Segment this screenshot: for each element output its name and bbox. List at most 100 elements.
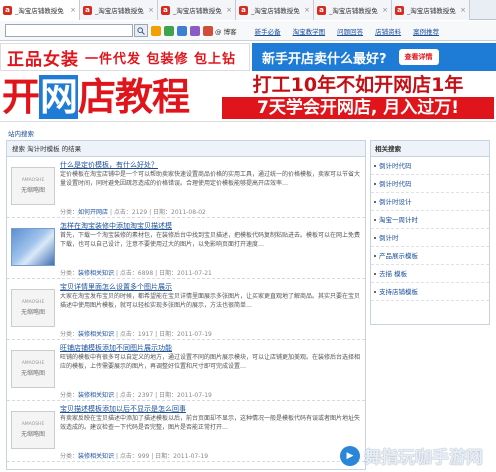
result-meta: 分类：装修相关知识 | 点击：1917 | 日期：2011-07-19 [60,331,212,338]
thumbnail-placeholder-text: 无缩略图 [20,370,45,377]
result-list: AMAOSHE 无缩略图 什么是定价模板，有什么好处？ 定价模板在淘宝店铺中是一个可以… [7,157,365,462]
result-title-link[interactable]: 怎样在淘宝装修中添加淘宝贝描述模 [60,221,172,231]
result-views: 点击：999 [119,453,150,460]
result-views: 点击：2129 [113,209,148,216]
result-meta: 分类：如何开网店 | 点击：2129 | 日期：2011-08-02 [60,209,206,216]
banner-right-text: 新手开店卖什么最好? [262,51,387,67]
result-meta: 分类：装修相关知识 | 点击：2397 | 日期：2011-07-19 [60,392,212,399]
close-icon[interactable]: × [223,6,235,14]
result-date: 日期：2011-07-21 [159,270,212,277]
banner-tutorial-title: 开网店教程 [2,74,190,120]
result-views: 点击：2397 [119,392,154,399]
close-icon[interactable]: × [379,6,391,14]
toolbar-link-1[interactable]: 淘宝教学图 [293,26,326,36]
browser-tab[interactable]: a _淘宝店铺教授免 × [80,0,158,20]
related-search-link[interactable]: 倒计时设计 [371,193,489,211]
thumbnail-placeholder-text: 无缩略图 [20,309,45,316]
close-icon[interactable]: × [457,6,469,14]
result-category-link[interactable]: 装修相关知识 [78,453,114,460]
related-search-link[interactable]: 倒计时代码 [371,157,489,175]
result-views: 点击：1917 [119,331,154,338]
result-thumbnail[interactable]: AMAOSHE 无缩略图 [11,411,55,449]
thumbnail-placeholder-text: 无缩略图 [20,431,45,438]
browser-tab[interactable]: a _淘宝店铺教授免 × [0,0,80,20]
banner-title-part-a: 开 [2,75,40,119]
result-title-link[interactable]: 旺铺店铺模板添加不同图片展示功能 [60,343,172,353]
banner-title-part-c: 店教程 [78,75,190,119]
result-title-link[interactable]: 什么是定价模板，有什么好处？ [60,160,158,170]
tab-title: _淘宝店铺教授免 [329,7,378,15]
banner-title-part-b: 网 [39,75,78,119]
banner-ad-women-clothing[interactable]: 正品女装 一件代发 包装修 包上钻 [0,43,250,71]
result-category-link[interactable]: 装修相关知识 [78,392,114,399]
result-thumbnail[interactable]: AMAOSHE 无缩略图 [11,350,55,388]
toolbar: @ 博客 新手必备 淘宝教学图 问题回答 店铺资料 案例推荐 [0,21,496,41]
browser-tab[interactable]: a _淘宝店铺教授免 × [314,0,392,20]
banner-ad-new-shop[interactable]: 新手开店卖什么最好? 查看详情 [252,43,496,71]
site-favicon-icon: a [317,5,326,15]
result-category-link[interactable]: 装修相关知识 [78,331,114,338]
game-icon[interactable] [203,25,213,36]
browser-tab[interactable]: a _淘宝店铺教授免 × [158,0,236,20]
blog-link[interactable]: @ 博客 [215,26,237,36]
sidebar-title: 相关搜索 [371,141,489,157]
toolbar-link-0[interactable]: 新手必备 [255,26,281,36]
related-search-link[interactable]: 去描 模板 [371,265,489,283]
site-watermark: ▶ 舞指玩咖手游网 [340,443,483,468]
search-button[interactable] [134,24,148,37]
related-search-sidebar: 相关搜索 倒计时代码 倒计时代码 倒计时设计 淘宝一周计时 倒计时 产品展示模板 去描 模板… [370,140,490,325]
close-icon[interactable]: × [145,6,157,14]
related-search-link[interactable]: 淘宝一周计时 [371,211,489,229]
search-results-panel: 搜索 淘计时模板 的结果 AMAOSHE 无缩略图 什么是定价模板，有什么好处？ 定价… [6,140,366,470]
weather-icon[interactable] [190,25,200,36]
result-category-link[interactable]: 装修相关知识 [78,270,114,277]
result-views: 点击：6898 [119,270,154,277]
result-snippet: 有卖家反映在宝贝描述中添加了描述模板以后，前台页面却不显示，这种情况一般是模板代… [60,415,360,431]
search-result-item: AMAOSHE 无缩略图 宝贝详情里面怎么设置多个图片展示 大家在淘宝发布宝贝的时候，… [7,279,365,340]
toolbar-link-3[interactable]: 店铺资料 [375,26,401,36]
search-input[interactable] [5,24,133,37]
result-snippet: 定价模板在淘宝店铺中是一个可以帮助卖家快速设置商品价格的实用工具，通过统一的价格… [60,171,360,187]
related-search-link[interactable]: 产品展示模板 [371,247,489,265]
banner-shop-tutorial[interactable]: 开网店教程 打工10年不如开网店1年 7天学会开网店, 月入过万! [0,72,496,122]
result-snippet: 旺铺的模板中有很多可以自定义的地方，通过设置不同的图片展示模块，可以让店铺更加美… [60,354,360,370]
browser-tab[interactable]: a _淘宝店铺教授免 × [236,0,314,20]
toolbar-link-4[interactable]: 案例推荐 [413,26,439,36]
banner-slogan-line2: 7天学会开网店, 月入过万! [222,97,494,119]
view-details-button[interactable]: 查看详情 [398,49,439,65]
result-meta: 分类：装修相关知识 | 点击：999 | 日期：2011-07-19 [60,453,209,460]
banner-slogan-line1: 打工10年不如开网店1年 [252,74,464,96]
close-icon[interactable]: × [301,6,313,14]
search-result-item: 怎样在淘宝装修中添加淘宝贝描述模 首先，下载一个淘宝装修的素材包，在装修后台中找到… [7,218,365,279]
results-header: 搜索 淘计时模板 的结果 [7,141,365,157]
result-meta: 分类：装修相关知识 | 点击：6898 | 日期：2011-07-21 [60,270,212,277]
result-thumbnail[interactable]: AMAOSHE 无缩略图 [11,167,55,205]
shield-icon[interactable] [164,25,174,36]
result-title-link[interactable]: 宝贝描述模板添加以后不显示是怎么回事 [60,404,186,414]
banner-slogan: 打工10年不如开网店1年 7天学会开网店, 月入过万! [222,74,494,120]
close-icon[interactable]: × [67,6,79,14]
result-title-link[interactable]: 宝贝详情里面怎么设置多个图片展示 [60,282,172,292]
search-result-item: AMAOSHE 无缩略图 宝贝描述模板添加以后不显示是怎么回事 有卖家反映在宝贝描述中… [7,401,365,462]
tab-title: _淘宝店铺教授免 [95,7,144,15]
site-favicon-icon: a [161,5,170,15]
related-search-link[interactable]: 倒计时 [371,229,489,247]
search-icon [137,26,145,35]
sidebar-list: 倒计时代码 倒计时代码 倒计时设计 淘宝一周计时 倒计时 产品展示模板 去描 模板 支持店铺模… [371,157,489,301]
toolbar-link-2[interactable]: 问题回答 [337,26,363,36]
thumbnail-brand: AMAOSHE [21,361,45,366]
thumbnail-brand: AMAOSHE [21,178,45,183]
related-search-link[interactable]: 倒计时代码 [371,175,489,193]
browser-tab[interactable]: a _淘宝店铺教授免 × [392,0,470,20]
result-snippet: 首先，下载一个淘宝装修的素材包，在装修后台中找到宝贝描述，把模板代码复制粘贴进去… [60,232,360,248]
tab-title: _淘宝店铺教授免 [407,7,456,15]
result-snippet: 大家在淘宝发布宝贝的时候，都希望能在宝贝详情里面展示多张图片，让买家更直观地了解… [60,293,360,309]
breadcrumb[interactable]: 站内搜索 [8,128,34,138]
result-thumbnail[interactable] [11,228,55,266]
result-category-link[interactable]: 如何开网店 [78,209,108,216]
browser-tab-bar: a _淘宝店铺教授免 × a _淘宝店铺教授免 × a _淘宝店铺教授免 × a _淘宝店铺教授免 ×… [0,0,496,20]
mail-icon[interactable] [177,25,187,36]
related-search-link[interactable]: 支持店铺模板 [371,283,489,301]
result-thumbnail[interactable]: AMAOSHE 无缩略图 [11,289,55,327]
star-icon[interactable] [151,25,161,36]
